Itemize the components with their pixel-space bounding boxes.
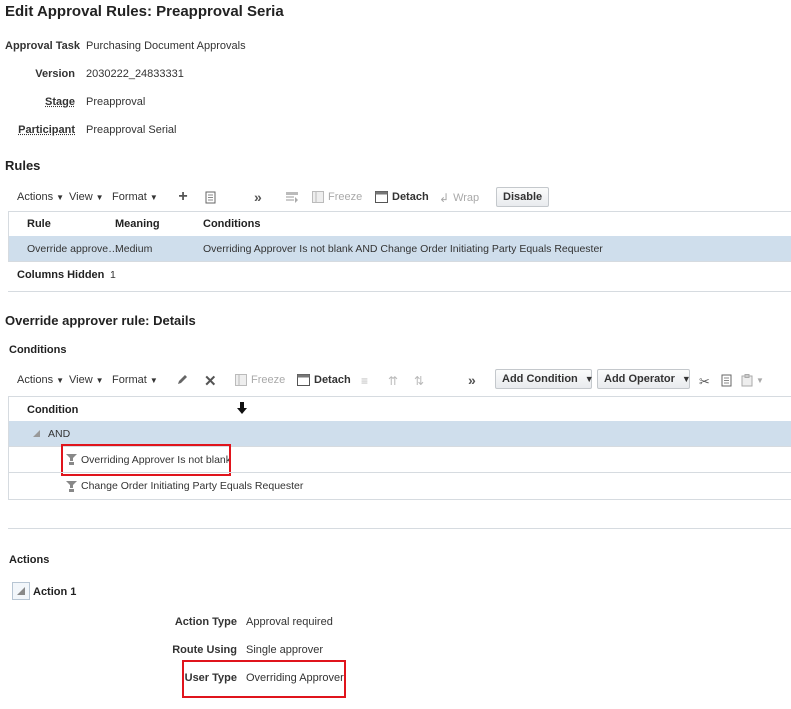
wrap-icon: ↲ — [439, 191, 450, 205]
paste-icon — [741, 374, 753, 387]
actions-heading: Actions — [9, 554, 50, 566]
action-expand-toggle[interactable] — [12, 582, 30, 600]
overflow-chevron-icon[interactable]: » — [468, 372, 476, 388]
stage-value: Preapproval — [86, 96, 146, 108]
action-type-label: Action Type — [174, 616, 237, 628]
sort-arrow-icon — [237, 402, 247, 414]
conditions-view-menu[interactable]: View ▼ — [69, 374, 104, 386]
rules-actions-menu[interactable]: Actions ▼ — [17, 191, 64, 203]
query-icon[interactable] — [285, 191, 299, 204]
rule-cell: Override approve… — [27, 243, 119, 255]
edit-pencil-icon[interactable] — [176, 373, 189, 386]
rules-view-menu[interactable]: View ▼ — [69, 191, 104, 203]
route-using-label: Route Using — [172, 644, 237, 656]
action-label: Action 1 — [33, 586, 77, 598]
conditions-column-header[interactable]: Conditions — [203, 218, 260, 230]
conditions-heading: Conditions — [9, 344, 67, 356]
action-type-value: Approval required — [246, 616, 333, 628]
participant-value: Preapproval Serial — [86, 124, 177, 136]
add-operator-button[interactable]: Add Operator ▼ — [597, 369, 691, 389]
conditions-freeze-button[interactable]: Freeze — [235, 374, 285, 386]
rules-heading: Rules — [5, 158, 41, 173]
rule-column-header[interactable]: Rule — [27, 218, 51, 230]
and-operator-row[interactable] — [9, 421, 791, 446]
version-label: Version — [35, 68, 75, 80]
conditions-format-menu[interactable]: Format ▼ — [112, 374, 158, 386]
version-value: 2030222_24833331 — [86, 68, 184, 80]
approval-task-value: Purchasing Document Approvals — [86, 40, 246, 52]
conditions-cell: Overriding Approver Is not blank AND Cha… — [203, 243, 603, 255]
meaning-column-header[interactable]: Meaning — [115, 218, 160, 230]
approval-task-label: Approval Task — [5, 40, 80, 52]
move-icon[interactable]: ⇅ — [414, 374, 424, 388]
meaning-cell: Medium — [115, 243, 153, 255]
rules-format-menu[interactable]: Format ▼ — [112, 191, 158, 203]
collapse-triangle-icon[interactable] — [33, 430, 40, 437]
paste-menu[interactable]: ▼ — [741, 374, 764, 387]
rules-detach-button[interactable]: Detach — [375, 191, 429, 203]
delete-rule-icon[interactable] — [204, 191, 216, 204]
and-operator-label: AND — [48, 428, 71, 440]
detach-icon — [297, 374, 310, 386]
detach-icon — [375, 191, 388, 203]
conditions-actions-menu[interactable]: Actions ▼ — [17, 374, 64, 386]
stage-label: Stage — [45, 96, 75, 108]
highlight-box — [182, 660, 346, 698]
cut-icon[interactable]: ✂ — [699, 374, 710, 390]
copy-icon[interactable] — [721, 374, 732, 387]
condition-column-header[interactable]: Condition — [27, 404, 78, 416]
collapse-triangle-icon — [17, 587, 25, 595]
overflow-chevron-icon[interactable]: » — [254, 189, 262, 205]
disable-button[interactable]: Disable — [496, 187, 550, 207]
freeze-icon — [312, 191, 324, 203]
delete-icon[interactable]: ✕ — [204, 372, 217, 390]
indent-icon[interactable]: ≡ — [361, 374, 368, 388]
columns-hidden-label: Columns Hidden — [17, 269, 105, 281]
participant-label: Participant — [18, 124, 75, 136]
outdent-icon[interactable]: ⇈ — [388, 374, 398, 388]
condition-text: Change Order Initiating Party Equals Req… — [81, 480, 304, 492]
route-using-value: Single approver — [246, 644, 324, 656]
condition-icon — [65, 480, 78, 493]
details-heading: Override approver rule: Details — [5, 313, 196, 328]
conditions-detach-button[interactable]: Detach — [297, 374, 351, 386]
rules-freeze-button[interactable]: Freeze — [312, 191, 362, 203]
rules-wrap-button[interactable]: ↲ Wrap — [439, 191, 479, 205]
columns-hidden-value: 1 — [110, 269, 116, 281]
add-condition-button[interactable]: Add Condition ▼ — [495, 369, 594, 389]
page-title: Edit Approval Rules: Preapproval Seria — [5, 3, 284, 20]
freeze-icon — [235, 374, 247, 386]
add-icon[interactable]: + — [176, 188, 190, 205]
